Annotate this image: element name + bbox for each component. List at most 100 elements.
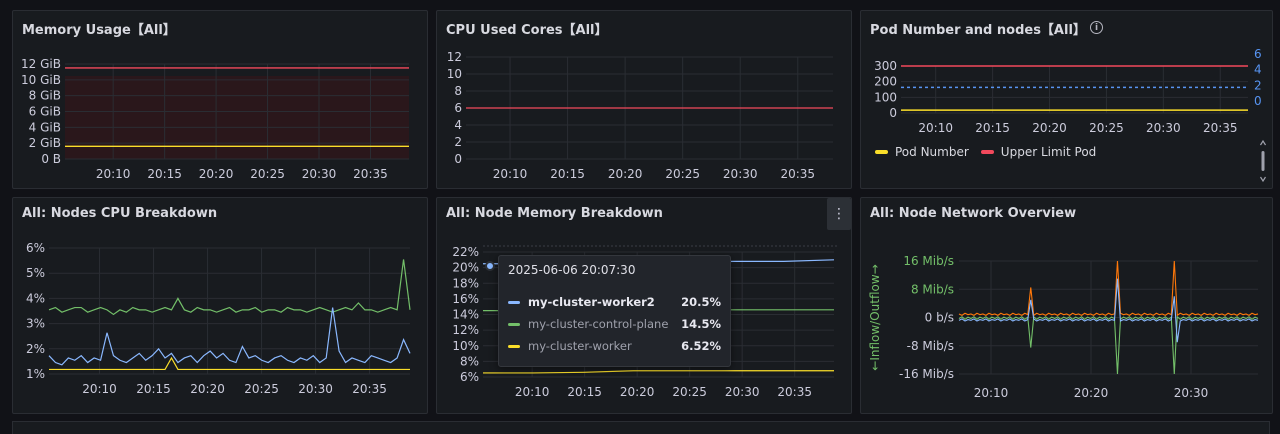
y-tick-label: 20% — [452, 261, 479, 275]
series-line — [958, 260, 1259, 317]
x-tick-label: 20:15 — [550, 167, 585, 181]
legend-item-pod-number[interactable]: Pod Number — [875, 145, 969, 159]
x-tick-label: 20:20 — [1032, 121, 1067, 135]
y-tick-label: 8 Mib/s — [911, 282, 954, 296]
x-tick-label: 20:10 — [918, 121, 953, 135]
y-tick-label: 8% — [460, 354, 479, 368]
x-tick-label: 20:30 — [725, 385, 760, 399]
node-network-overview-panel: All: Node Network Overview ←Inflow/Outfl… — [860, 197, 1273, 414]
x-tick-label: 20:35 — [352, 382, 387, 396]
y-tick-label-right: 4 — [1254, 63, 1262, 77]
y-tick-label: 0 — [454, 152, 462, 166]
x-tick-label: 20:20 — [199, 167, 234, 181]
x-tick-label: 20:35 — [780, 167, 815, 181]
y-tick-label: 2% — [26, 342, 45, 356]
y-tick-label: 22% — [452, 245, 479, 259]
chart-tooltip: 2025-06-06 20:07:30 my-cluster-worker2 2… — [498, 255, 731, 367]
x-tick-label: 20:10 — [82, 382, 117, 396]
y-tick-label-right: 0 — [1254, 94, 1262, 108]
y-tick-label: 2 GiB — [29, 136, 61, 150]
y-tick-label: 10% — [452, 339, 479, 353]
memory-usage-panel: Memory Usage【All】 12 GiB 10 GiB 8 GiB 6 GiB… — [12, 10, 428, 189]
x-tick-label: 20:10 — [493, 167, 528, 181]
tooltip-row: my-cluster-worker2 20.5% — [508, 294, 721, 310]
x-tick-label: 20:20 — [190, 382, 225, 396]
x-tick-label: 20:10 — [974, 386, 1009, 400]
tooltip-swatch — [508, 344, 520, 348]
y-tick-label: 14% — [452, 308, 479, 322]
y-tick-label: 0 — [889, 106, 897, 120]
y-tick-label: 16 Mib/s — [903, 254, 954, 268]
y-tick-label: 4 — [454, 118, 462, 132]
tooltip-row: my-cluster-control-plane 14.5% — [508, 316, 721, 332]
y-tick-label-right: 6 — [1254, 47, 1262, 61]
x-tick-label: 20:35 — [777, 385, 812, 399]
y-tick-label: 3% — [26, 317, 45, 331]
x-tick-label: 20:30 — [1146, 121, 1181, 135]
legend-swatch — [875, 150, 888, 154]
x-tick-label: 20:35 — [1203, 121, 1238, 135]
hover-point — [485, 261, 495, 271]
next-panel-row — [12, 421, 1270, 434]
y-tick-label: 200 — [874, 75, 897, 89]
y-tick-label: 16% — [452, 292, 479, 306]
tooltip-series-value: 6.52% — [681, 339, 721, 353]
x-tick-label: 20:30 — [298, 382, 333, 396]
y-tick-label: 10 GiB — [21, 73, 61, 87]
y-tick-label: 6% — [460, 370, 479, 384]
nodes-cpu-breakdown-chart[interactable]: 6% 5% 4% 3% 2% 1% 20:10 20:15 20:20 20:25 20:30 20:… — [13, 198, 428, 414]
y-tick-label: 100 — [874, 90, 897, 104]
y-tick-label: 300 — [874, 59, 897, 73]
y-tick-label: 0 B — [41, 152, 61, 166]
y-tick-label: 10 — [447, 67, 462, 81]
legend-scrollbar[interactable] — [1260, 139, 1266, 183]
y-tick-label: 0 b/s — [925, 311, 954, 325]
node-network-overview-chart[interactable]: ←Inflow/Outflow→ 16 Mib/s 8 Mib/s 0 b/s -8 M… — [861, 198, 1273, 414]
pod-number-chart[interactable]: 300 200100 0 6 42 0 20:10 20:15 20:20 20:25 20:30 2… — [861, 11, 1273, 189]
x-tick-label: 20:15 — [975, 121, 1010, 135]
cpu-used-cores-chart[interactable]: 12 10 8 6 4 2 0 20:10 20:15 20:20 20:25 20:30 20:35 — [437, 11, 852, 189]
x-tick-label: 20:15 — [136, 382, 171, 396]
y-tick-label: 12% — [452, 323, 479, 337]
y-tick-label: 8 — [454, 84, 462, 98]
x-tick-label: 20:15 — [567, 385, 602, 399]
x-tick-label: 20:10 — [96, 167, 131, 181]
y-tick-label: 4 GiB — [29, 120, 61, 134]
y-tick-label: 6% — [26, 241, 45, 255]
tooltip-series-name: my-cluster-worker2 — [528, 295, 655, 309]
y-tick-label: -8 Mib/s — [907, 339, 954, 353]
y-tick-label-right: 2 — [1254, 78, 1262, 92]
y-tick-label: 5% — [26, 266, 45, 280]
legend-label: Pod Number — [895, 145, 969, 159]
chart-legend: Pod Number Upper Limit Pod — [875, 145, 1096, 159]
legend-item-upper-limit-pod[interactable]: Upper Limit Pod — [980, 145, 1097, 159]
y-axis-label: ←Inflow/Outflow→ — [868, 264, 882, 370]
y-tick-label: 12 GiB — [21, 57, 61, 71]
x-tick-label: 20:10 — [515, 385, 550, 399]
tooltip-series-name: my-cluster-control-plane — [528, 317, 669, 331]
y-tick-label: 4% — [26, 291, 45, 305]
cpu-used-cores-panel: CPU Used Cores【All】 12 10 8 6 4 2 0 20:10 20:15 2… — [436, 10, 852, 189]
x-tick-label: 20:30 — [723, 167, 758, 181]
tooltip-series-value: 20.5% — [681, 295, 721, 309]
legend-label: Upper Limit Pod — [1000, 145, 1097, 159]
x-tick-label: 20:30 — [302, 167, 337, 181]
y-tick-label: 1% — [26, 367, 45, 381]
tooltip-series-name: my-cluster-worker — [528, 339, 632, 353]
tooltip-time: 2025-06-06 20:07:30 — [508, 263, 636, 277]
nodes-cpu-breakdown-panel: All: Nodes CPU Breakdown 6% 5% 4% 3% 2% 1% 20:… — [12, 197, 428, 414]
series-line — [48, 259, 411, 316]
tooltip-row: my-cluster-worker 6.52% — [508, 338, 721, 354]
tooltip-swatch — [508, 322, 520, 326]
series-line — [483, 370, 834, 374]
pod-number-panel: Pod Number and nodes【All】 i 300 200 100 0 6 4… — [860, 10, 1273, 189]
y-tick-label: 6 — [454, 101, 462, 115]
y-tick-label: 2 — [454, 135, 462, 149]
memory-usage-chart[interactable]: 12 GiB 10 GiB 8 GiB 6 GiB4 GiB 2 GiB 0 B 20:10… — [13, 11, 428, 189]
y-tick-label: 6 GiB — [29, 105, 61, 119]
tooltip-series-value: 14.5% — [681, 317, 721, 331]
x-tick-label: 20:20 — [608, 167, 643, 181]
series-line — [958, 278, 1259, 343]
y-tick-label: 18% — [452, 276, 479, 290]
tooltip-swatch — [508, 300, 520, 304]
